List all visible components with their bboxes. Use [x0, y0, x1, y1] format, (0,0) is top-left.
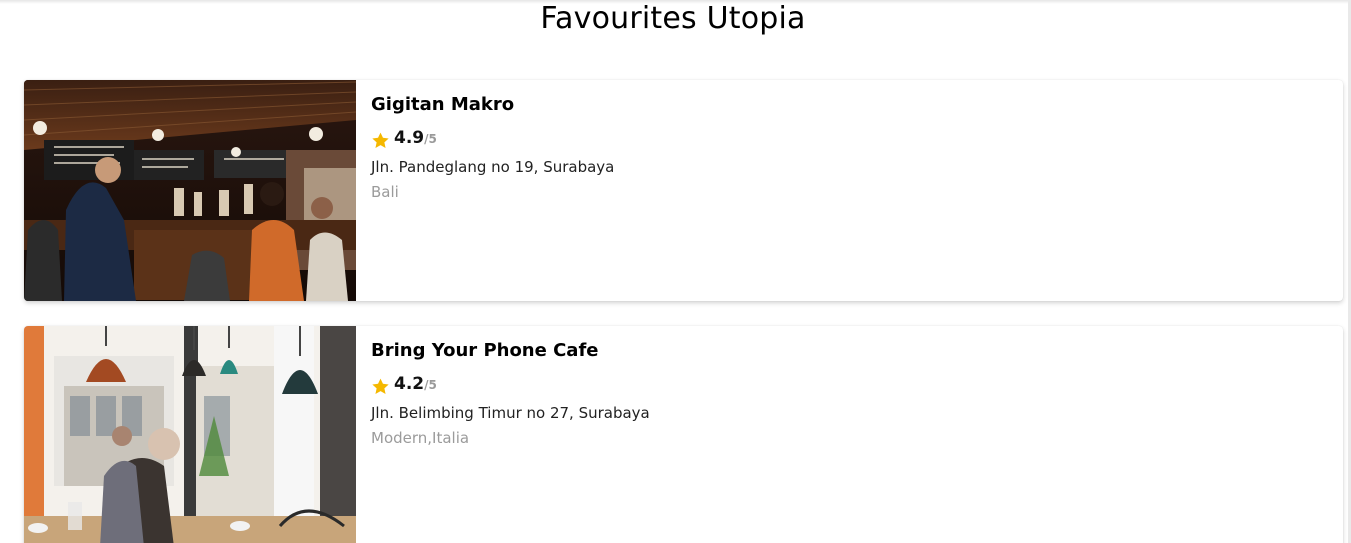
restaurant-photo[interactable] [24, 326, 356, 543]
restaurant-name[interactable]: Gigitan Makro [371, 92, 1327, 117]
restaurant-photo[interactable] [24, 80, 356, 301]
star-icon [372, 378, 389, 394]
rating-score: 4.9 [394, 128, 425, 148]
restaurant-name[interactable]: Bring Your Phone Cafe [371, 338, 1327, 363]
restaurant-info: Gigitan Makro 4.9 /5 Jln. Pandeglang no … [371, 92, 1327, 203]
restaurant-category: Modern,Italia [371, 429, 470, 447]
restaurant-address: Jln. Belimbing Timur no 27, Surabaya [371, 404, 650, 422]
favourite-card[interactable]: Gigitan Makro 4.9 /5 Jln. Pandeglang no … [24, 80, 1343, 301]
rating-max: /5 [424, 378, 437, 392]
rating-max: /5 [424, 132, 437, 146]
star-icon [372, 132, 389, 148]
restaurant-address: Jln. Pandeglang no 19, Surabaya [371, 158, 615, 176]
coffee-bar-photo-icon [24, 80, 356, 301]
favourites-page: Favourites Utopia Gigitan Makro 4.9 /5 J… [0, 0, 1351, 543]
rating: 4.9 /5 [371, 128, 1327, 152]
favourite-card[interactable]: Bring Your Phone Cafe 4.2 /5 Jln. Belimb… [24, 326, 1343, 543]
cafe-interior-photo-icon [24, 326, 356, 543]
restaurant-category: Bali [371, 183, 399, 201]
restaurant-info: Bring Your Phone Cafe 4.2 /5 Jln. Belimb… [371, 338, 1327, 449]
page-title: Favourites Utopia [540, 1, 806, 36]
rating: 4.2 /5 [371, 374, 1327, 398]
rating-score: 4.2 [394, 374, 425, 394]
